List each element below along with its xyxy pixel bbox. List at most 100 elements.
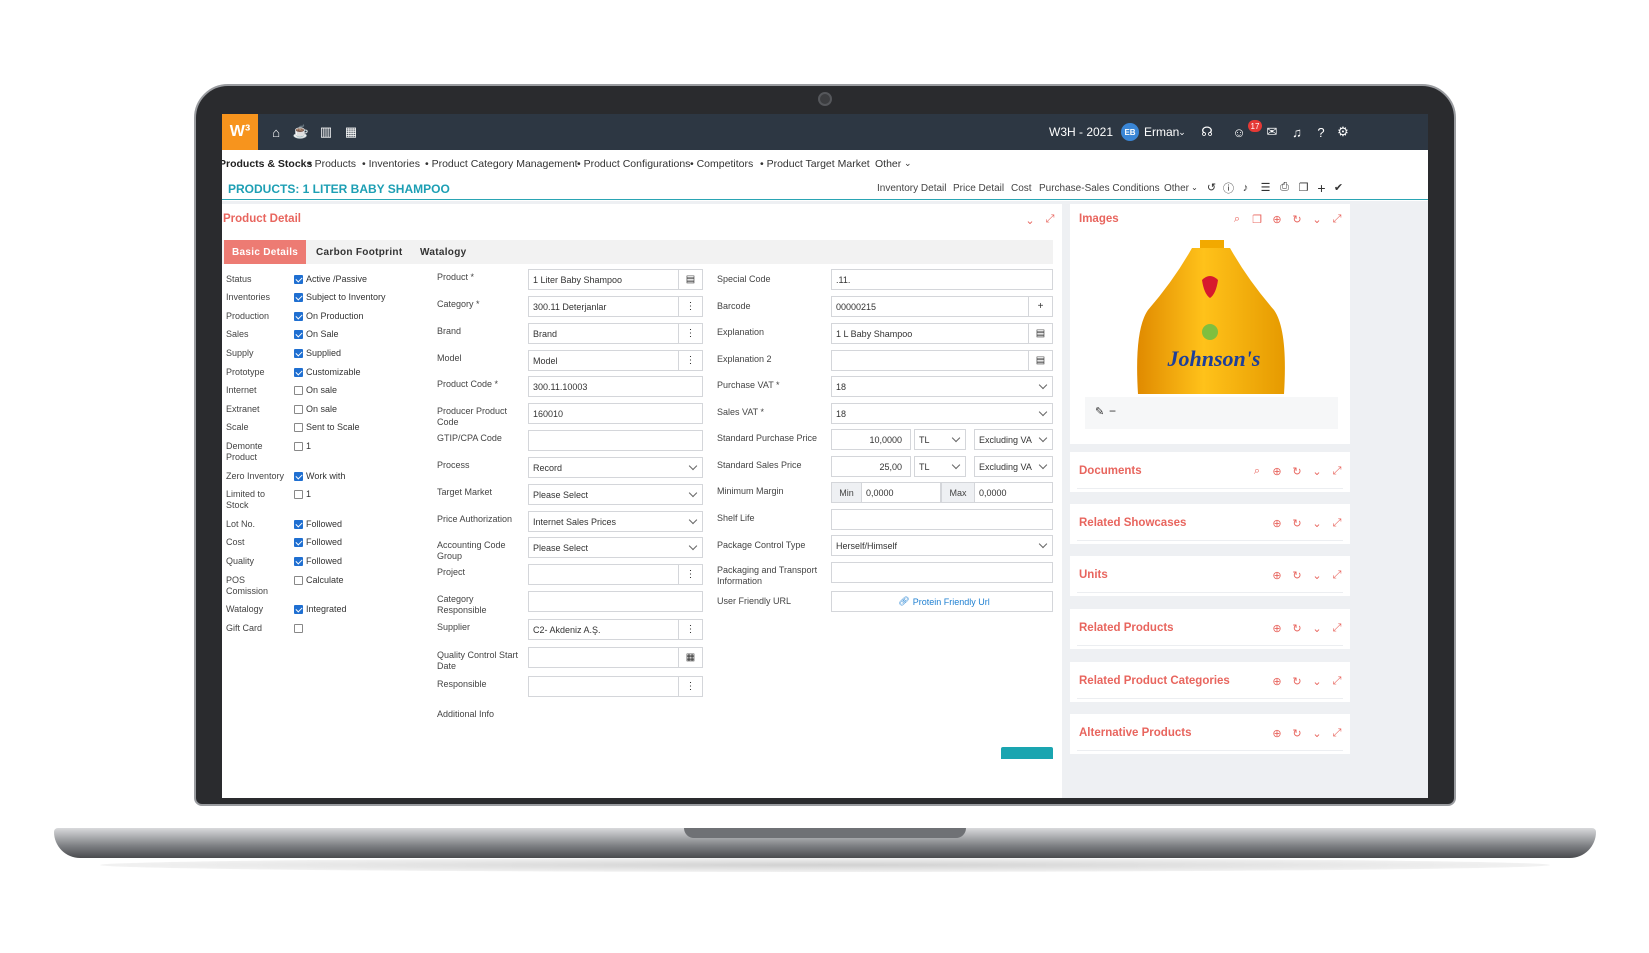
search-icon[interactable]: ⌕ (1251, 465, 1263, 477)
chevron-down-icon[interactable]: ⌄ (1188, 181, 1201, 194)
refresh-icon[interactable]: ↻ (1291, 622, 1303, 635)
headset-icon[interactable]: ☊ (1198, 123, 1216, 141)
more-icon[interactable]: ⋮ (678, 677, 702, 696)
friendly-url-link[interactable]: 🔗︎ Protein Friendly Url (831, 591, 1053, 612)
bar-chart-icon[interactable]: ▥ (317, 123, 335, 141)
list-icon[interactable]: ☰ (1259, 181, 1272, 194)
flag-checkbox[interactable] (294, 442, 303, 451)
book-icon[interactable]: ▤ (678, 270, 702, 289)
sales-currency-select[interactable]: TL (914, 456, 966, 477)
barcode-input[interactable]: 00000215 + (831, 296, 1053, 317)
chevron-down-icon[interactable]: ⌄ (904, 158, 912, 169)
flag-checkbox[interactable] (294, 349, 303, 358)
link-purchase-sales-conditions[interactable]: Purchase-Sales Conditions (1039, 183, 1160, 194)
gear-icon[interactable]: ⚙ (1334, 123, 1352, 141)
flag-checkbox[interactable] (294, 386, 303, 395)
print-icon[interactable]: ⎙ (1278, 181, 1291, 194)
check-icon[interactable]: ✔ (1332, 181, 1345, 194)
tab-carbon-footprint[interactable]: Carbon Footprint (308, 240, 410, 264)
special-code-input[interactable]: .11. (831, 269, 1053, 290)
flag-checkbox[interactable] (294, 423, 303, 432)
refresh-icon[interactable]: ↻ (1291, 675, 1303, 688)
link-other[interactable]: Other (1164, 183, 1189, 194)
breadcrumb-products-stocks[interactable]: Products & Stocks (222, 158, 312, 170)
chevron-down-icon[interactable]: ⌄ (1311, 465, 1323, 478)
add-circle-icon[interactable]: ⊕ (1271, 465, 1283, 478)
expand-icon[interactable]: ⤢ (1331, 727, 1343, 739)
flag-checkbox[interactable] (294, 293, 303, 302)
link-price-detail[interactable]: Price Detail (953, 183, 1004, 194)
flag-checkbox[interactable] (294, 520, 303, 529)
tab-watalogy[interactable]: Watalogy (412, 240, 474, 264)
expand-icon[interactable]: ⤢ (1331, 213, 1343, 225)
expand-icon[interactable]: ⤢ (1331, 517, 1343, 529)
bell-icon[interactable]: ♪ (1239, 181, 1252, 194)
breadcrumb-target-market[interactable]: • Product Target Market (760, 158, 870, 170)
history-icon[interactable]: ↺ (1205, 181, 1218, 194)
explanation-2-input[interactable]: ▤ (831, 350, 1053, 371)
flag-checkbox[interactable] (294, 312, 303, 321)
flag-checkbox[interactable] (294, 576, 303, 585)
breadcrumb-category-management[interactable]: • Product Category Management (425, 158, 578, 170)
expand-icon[interactable]: ⤢ (1331, 569, 1343, 581)
sidebar-card[interactable]: Related Showcases ⊕ ↻ ⌄ ⤢ (1070, 504, 1350, 544)
smile-icon[interactable]: ☺ (1230, 123, 1248, 141)
calendar-icon[interactable]: ▦ (342, 123, 360, 141)
field-input[interactable]: Model ⋮ (528, 350, 703, 371)
sidebar-card[interactable]: Related Products ⊕ ↻ ⌄ ⤢ (1070, 609, 1350, 649)
expand-icon[interactable]: ⤢ (1331, 622, 1343, 634)
flag-checkbox[interactable] (294, 330, 303, 339)
more-icon[interactable]: ⋮ (678, 351, 702, 370)
min-margin-input[interactable]: 0,0000 (861, 482, 941, 503)
save-button[interactable] (1001, 747, 1053, 759)
field-input[interactable]: C2- Akdeniz A.Ş. ⋮ (528, 619, 703, 640)
refresh-icon[interactable]: ↻ (1291, 213, 1303, 226)
help-icon[interactable]: ? (1312, 123, 1330, 141)
field-input[interactable]: ⋮ (528, 676, 703, 697)
breadcrumb-other[interactable]: Other (875, 158, 901, 170)
add-icon[interactable]: + (1315, 180, 1328, 196)
add-icon[interactable]: + (1028, 297, 1052, 316)
chevron-down-icon[interactable]: ⌄ (1311, 213, 1323, 226)
explanation-input[interactable]: 1 L Baby Shampoo ▤ (831, 323, 1053, 344)
expand-icon[interactable]: ⤢ (1044, 213, 1056, 225)
home-icon[interactable]: ⌂ (267, 123, 285, 141)
copy-icon[interactable]: ❐ (1297, 181, 1310, 194)
add-circle-icon[interactable]: ⊕ (1271, 517, 1283, 530)
flag-checkbox[interactable] (294, 275, 303, 284)
field-input[interactable]: Brand ⋮ (528, 323, 703, 344)
avatar[interactable]: EB (1121, 123, 1139, 141)
more-icon[interactable]: ⋮ (678, 565, 702, 584)
purchase-currency-select[interactable]: TL (914, 429, 966, 450)
flag-checkbox[interactable] (294, 557, 303, 566)
sidebar-card[interactable]: Documents ⌕ ⊕ ↻ ⌄ ⤢ (1070, 452, 1350, 492)
flag-checkbox[interactable] (294, 405, 303, 414)
cup-icon[interactable]: ☕ (292, 123, 310, 141)
book-icon[interactable]: ▤ (1028, 324, 1052, 343)
field-input[interactable]: Internet Sales Prices (528, 511, 703, 532)
max-margin-input[interactable]: 0,0000 (974, 482, 1053, 503)
field-input[interactable]: ▦ (528, 647, 703, 668)
sidebar-card[interactable]: Units ⊕ ↻ ⌄ ⤢ (1070, 556, 1350, 596)
flag-checkbox[interactable] (294, 605, 303, 614)
add-circle-icon[interactable]: ⊕ (1271, 569, 1283, 582)
field-input[interactable]: 300.11.10003 (528, 376, 703, 397)
book-icon[interactable]: ▤ (1028, 351, 1052, 370)
add-circle-icon[interactable]: ⊕ (1271, 213, 1283, 226)
more-icon[interactable]: ⋮ (678, 297, 702, 316)
packaging-transport-input[interactable] (831, 562, 1053, 583)
chevron-down-icon[interactable]: ⌄ (1024, 214, 1036, 227)
refresh-icon[interactable]: ↻ (1291, 727, 1303, 740)
sales-tax-select[interactable]: Excluding VA (974, 456, 1053, 477)
refresh-icon[interactable]: ↻ (1291, 465, 1303, 478)
breadcrumb-configurations[interactable]: • Product Configurations (577, 158, 690, 170)
link-inventory-detail[interactable]: Inventory Detail (877, 183, 946, 194)
bell-icon[interactable]: ♫ (1288, 123, 1306, 141)
pencil-icon[interactable]: ✎ (1095, 405, 1104, 418)
link-cost[interactable]: Cost (1011, 183, 1032, 194)
chevron-down-icon[interactable]: ⌄ (1311, 727, 1323, 740)
field-input[interactable]: Record (528, 457, 703, 478)
field-input[interactable]: 160010 (528, 403, 703, 424)
breadcrumb-products[interactable]: • Products (308, 158, 356, 170)
sales-vat-select[interactable]: 18 (831, 403, 1053, 424)
